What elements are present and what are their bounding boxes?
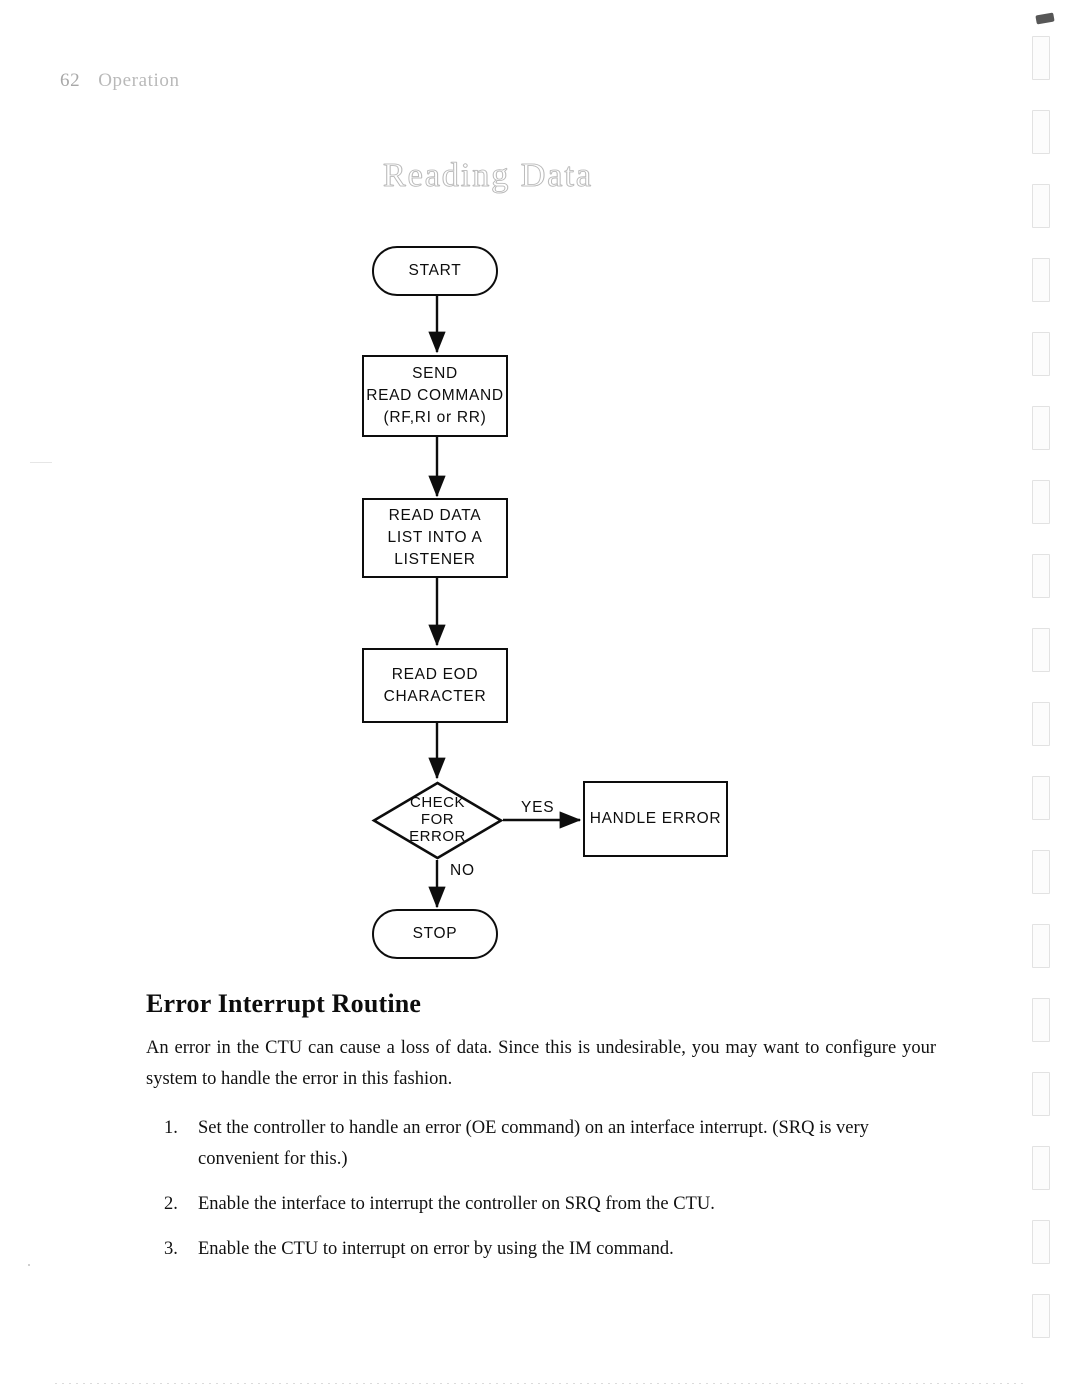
flow-node-read-data-line1: READ DATA	[388, 507, 482, 524]
flow-node-handle-error-label: HANDLE ERROR	[589, 810, 722, 827]
flow-node-check-error-label: CHECK FOR ERROR	[372, 781, 503, 860]
list-item-number: 1.	[164, 1118, 178, 1138]
flow-node-check-error-line2: FOR	[420, 811, 455, 829]
scan-edge-artifact	[30, 462, 52, 463]
scan-margin-artifact	[1032, 998, 1050, 1042]
section-heading-error-interrupt-routine: Error Interrupt Routine	[146, 989, 422, 1018]
scan-margin-artifact	[1032, 406, 1050, 450]
scan-margin-artifact	[1032, 776, 1050, 820]
scan-margin-artifact	[1032, 1294, 1050, 1338]
scan-speck-artifact	[28, 1264, 30, 1266]
flow-node-check-error-line1: CHECK	[409, 794, 465, 812]
list-item-text: Enable the interface to interrupt the co…	[198, 1194, 715, 1214]
flow-node-send-command-line1: SEND	[412, 365, 458, 382]
flow-node-start-label: START	[408, 262, 462, 279]
scan-margin-artifact	[1032, 924, 1050, 968]
flow-node-send-command-line3: (RF,RI or RR)	[383, 409, 487, 426]
intro-paragraph: An error in the CTU can cause a loss of …	[146, 1038, 936, 1089]
list-item-number: 2.	[164, 1194, 178, 1214]
scan-margin-artifact	[1032, 258, 1050, 302]
list-item: 1. Set the controller to handle an error…	[146, 1113, 946, 1175]
scan-bottom-edge-artifact	[55, 1383, 1025, 1384]
scan-margin-artifact	[1032, 1146, 1050, 1190]
flowchart-connectors	[428, 296, 582, 909]
flow-node-handle-error: HANDLE ERROR	[583, 781, 728, 857]
flow-node-start: START	[372, 246, 498, 296]
flow-node-read-eod-line1: READ EOD	[391, 665, 479, 683]
flow-node-stop: STOP	[372, 909, 498, 959]
list-item-text: Set the controller to handle an error (O…	[198, 1118, 869, 1169]
numbered-step-list: 1. Set the controller to handle an error…	[146, 1113, 946, 1279]
list-item-number: 3.	[164, 1239, 178, 1259]
list-item: 2. Enable the interface to interrupt the…	[146, 1189, 946, 1220]
flow-node-stop-label: STOP	[412, 925, 458, 942]
scan-margin-artifact	[1032, 36, 1050, 80]
scan-margin-artifact	[1032, 110, 1050, 154]
list-item: 3. Enable the CTU to interrupt on error …	[146, 1234, 946, 1265]
flow-node-check-error: CHECK FOR ERROR	[371, 781, 504, 860]
scan-margin-artifact	[1032, 702, 1050, 746]
flow-node-check-error-line3: ERROR	[409, 827, 466, 845]
flow-node-read-eod: READ EOD CHARACTER	[362, 648, 508, 723]
flow-node-read-data-line3: LISTENER	[394, 551, 476, 568]
scan-margin-artifact	[1032, 1220, 1050, 1264]
scan-margin-artifact	[1032, 1072, 1050, 1116]
scan-margin-artifact	[1032, 628, 1050, 672]
list-item-text: Enable the CTU to interrupt on error by …	[198, 1239, 674, 1259]
edge-label-yes: YES	[521, 799, 555, 816]
flow-node-read-data: READ DATA LIST INTO A LISTENER	[362, 498, 508, 578]
flow-node-send-command-line2: READ COMMAND	[366, 387, 504, 404]
scan-margin-artifact	[1032, 184, 1050, 228]
scan-margin-artifact	[1032, 480, 1050, 524]
flow-node-read-eod-line2: CHARACTER	[383, 687, 487, 705]
scan-margin-artifact	[1032, 554, 1050, 598]
flow-node-read-data-line2: LIST INTO A	[387, 529, 483, 546]
edge-label-no: NO	[450, 862, 475, 879]
flow-node-send-command: SEND READ COMMAND (RF,RI or RR)	[362, 355, 508, 437]
scan-margin-artifact	[1032, 332, 1050, 376]
scan-margin-artifact	[1032, 850, 1050, 894]
flowchart-reading-data: START SEND READ COMMAND (RF,RI or RR) RE…	[0, 0, 1080, 1000]
